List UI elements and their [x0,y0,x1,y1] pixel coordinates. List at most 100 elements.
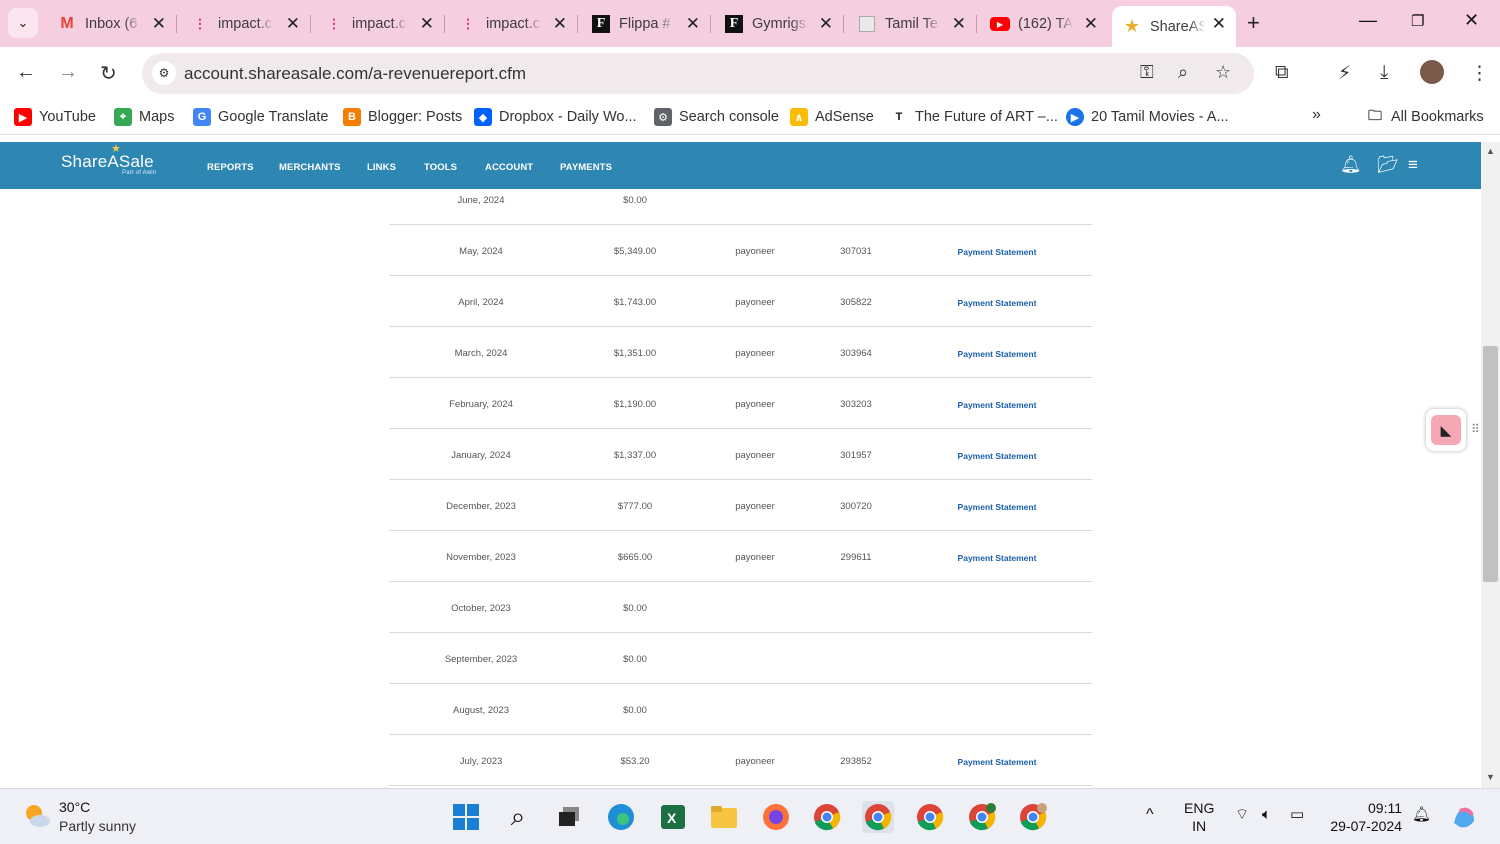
bookmark-item[interactable]: ⚙ Search console [654,108,779,126]
chrome-profile-3-icon[interactable] [966,801,998,833]
address-bar[interactable]: ⚙ account.shareasale.com/a-revenuereport… [142,53,1254,94]
extensions-icon[interactable]: ⧉ [1275,62,1289,84]
close-tab-icon[interactable]: ✕ [420,14,434,34]
close-tab-icon[interactable]: ✕ [952,14,966,34]
file-explorer-icon[interactable] [708,801,740,833]
minimize-button[interactable]: — [1359,10,1377,31]
weather-desc[interactable]: Partly sunny [59,818,136,834]
zoom-icon[interactable]: ⌕ [1178,62,1188,83]
scroll-up-icon[interactable]: ▲ [1486,146,1495,156]
chevron-up-icon[interactable]: ^ [1146,806,1154,824]
nav-merchants[interactable]: MERCHANTS [279,162,341,173]
payment-statement-link[interactable]: Payment Statement [929,298,1065,308]
payment-statement-link[interactable]: Payment Statement [929,247,1065,257]
tab-search-button[interactable]: ⌄ [8,8,38,38]
bookmark-item[interactable]: B Blogger: Posts [343,108,462,126]
chrome-icon[interactable] [811,801,843,833]
restore-button[interactable]: ❐ [1411,12,1424,30]
wifi-icon[interactable]: ⌔ [1235,806,1249,824]
new-tab-button[interactable]: + [1247,10,1260,36]
browser-tab[interactable]: ▶ (162) TA ✕ [980,6,1108,42]
browser-tab[interactable]: ⁝ impact.c ✕ [180,6,311,42]
profile-avatar[interactable] [1420,60,1444,84]
drag-handle-icon[interactable]: ⠿ [1471,422,1480,436]
all-bookmarks-button[interactable]: 🗀 All Bookmarks [1366,107,1484,126]
site-info-icon[interactable]: ⚙ [152,61,176,85]
browser-tab[interactable]: ★ ShareAS ✕ [1112,6,1236,47]
youtube-icon: ▶ [14,108,32,126]
scroll-down-icon[interactable]: ▼ [1486,772,1495,782]
password-key-icon[interactable]: ⚿ [1140,62,1154,83]
bookmark-item[interactable]: G Google Translate [193,108,328,126]
language-indicator[interactable]: ENG IN [1184,799,1214,835]
payment-statement-link[interactable]: Payment Statement [929,400,1065,410]
clock[interactable]: 09:11 29-07-2024 [1326,799,1402,835]
forward-button[interactable]: → [58,61,78,84]
payment-statement-link[interactable]: Payment Statement [929,553,1065,563]
excel-icon[interactable]: X [657,801,689,833]
payment-statement-link[interactable]: Payment Statement [929,349,1065,359]
copilot-icon[interactable] [1448,801,1480,833]
close-tab-icon[interactable]: ✕ [1084,14,1098,34]
payment-statement-link[interactable]: Payment Statement [929,502,1065,512]
browser-tab[interactable]: F Gymrigs ✕ [714,6,844,42]
close-tab-icon[interactable]: ✕ [686,14,700,34]
floating-extension-widget[interactable]: ◣ [1426,409,1466,451]
bookmark-item[interactable]: ⌖ Maps [114,108,174,126]
shareasale-logo[interactable]: ★ ShareASale Part of Awin [61,143,156,176]
tab-title: ShareAS [1150,18,1206,35]
tab-separator [710,15,711,33]
nav-payments[interactable]: PAYMENTS [560,162,612,173]
nav-links[interactable]: LINKS [367,162,396,173]
weather-temp[interactable]: 30°C [59,799,90,815]
close-window-button[interactable]: ✕ [1464,10,1479,31]
folder-open-icon[interactable]: 📂︎ [1377,155,1399,175]
nav-account[interactable]: ACCOUNT [485,162,533,173]
firefox-icon[interactable] [760,801,792,833]
download-icon[interactable]: ⤓ [1380,62,1388,84]
reload-button[interactable]: ↻ [100,61,117,86]
close-tab-icon[interactable]: ✕ [819,14,833,34]
close-tab-icon[interactable]: ✕ [152,14,166,34]
battery-icon[interactable]: ▭ [1290,806,1304,824]
browser-tab[interactable]: F Flippa # ✕ [581,6,711,42]
hamburger-menu-icon[interactable]: ≡ [1408,155,1418,175]
windows-start-icon[interactable] [450,801,482,833]
notification-bell-icon[interactable]: 🔔︎ [1412,806,1431,824]
payment-statement-link[interactable]: Payment Statement [929,757,1065,767]
partly-sunny-icon[interactable] [22,801,52,831]
browser-tab[interactable]: Tamil Te ✕ [847,6,977,42]
bookmark-item[interactable]: ∧ AdSense [790,108,874,126]
bookmark-item[interactable]: ▶ YouTube [14,108,96,126]
chrome-profile-active-icon[interactable] [862,801,894,833]
scroll-thumb[interactable] [1483,346,1498,582]
payment-statement-link[interactable]: Payment Statement [929,451,1065,461]
bell-icon[interactable]: 🔔︎ [1340,155,1362,175]
chrome-profile-4-icon[interactable] [1017,801,1049,833]
volume-icon[interactable]: 🔈︎ [1262,806,1271,824]
payment-method-cell: payoneer [735,297,775,308]
nav-reports[interactable]: REPORTS [207,162,254,173]
performance-icon[interactable]: ⚡ [1338,62,1351,85]
close-tab-icon[interactable]: ✕ [1212,14,1226,34]
chrome-profile-2-icon[interactable] [914,801,946,833]
more-bookmarks-icon[interactable]: » [1312,106,1321,124]
bookmark-item[interactable]: T The Future of ART –... [890,108,1058,126]
back-button[interactable]: ← [16,61,36,84]
page-scrollbar[interactable]: ▲ ▼ [1481,142,1500,788]
browser-tab[interactable]: ⁝ impact.c ✕ [448,6,578,42]
browser-tab[interactable]: ⁝ impact.c ✕ [314,6,445,42]
task-view-icon[interactable] [553,801,585,833]
edge-icon[interactable] [605,801,637,833]
search-icon[interactable]: ⌕ [502,801,534,833]
bookmark-item[interactable]: ▶ 20 Tamil Movies - A... [1066,108,1229,126]
bookmark-item[interactable]: ◆ Dropbox - Daily Wo... [474,108,637,126]
bookmark-star-icon[interactable]: ☆ [1215,62,1231,83]
nav-tools[interactable]: TOOLS [424,162,457,173]
close-tab-icon[interactable]: ✕ [553,14,567,34]
menu-kebab-icon[interactable]: ⋮ [1470,62,1489,85]
url-text[interactable]: account.shareasale.com/a-revenuereport.c… [184,64,526,84]
close-tab-icon[interactable]: ✕ [286,14,300,34]
month-cell: November, 2023 [446,552,516,563]
browser-tab[interactable]: M Inbox (6 ✕ [47,6,177,42]
